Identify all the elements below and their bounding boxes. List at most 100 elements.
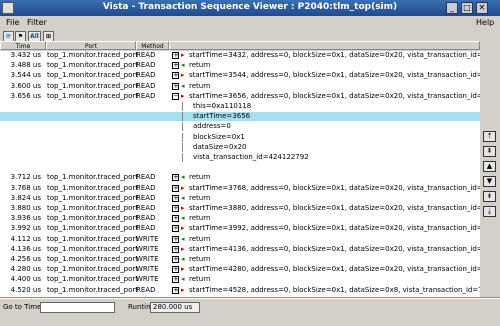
method-cell: READ <box>136 224 156 233</box>
port-cell: top_1.monitor.traced_port <box>47 275 138 284</box>
column-header-time[interactable]: Time <box>0 41 46 50</box>
return-arrow-icon: ◂ <box>181 234 185 243</box>
table-row[interactable]: 4.136 us top_1.monitor.traced_port WRITE + ▸… <box>0 245 480 254</box>
return-arrow-icon: ◂ <box>181 193 185 202</box>
expand-icon[interactable]: + <box>172 276 179 284</box>
transaction-summary: startTime=3880, address=0, blockSize=0x1… <box>189 204 480 212</box>
menu-file[interactable]: File <box>6 18 19 27</box>
transaction-summary: startTime=3992, address=0, blockSize=0x1… <box>189 224 480 233</box>
last-page-icon[interactable]: ⤓ <box>483 206 496 217</box>
transaction-summary: return <box>189 61 211 70</box>
table-row[interactable]: 3.936 us top_1.monitor.traced_port READ + ◂ r… <box>0 214 480 223</box>
table-row[interactable]: 3.544 us top_1.monitor.traced_port READ + ▸ s… <box>0 71 480 80</box>
port-cell: top_1.monitor.traced_port <box>47 71 138 80</box>
expand-icon[interactable]: + <box>172 62 179 70</box>
page-up-icon[interactable]: ⇞ <box>483 146 496 157</box>
table-row[interactable]: 3.768 us top_1.monitor.traced_port READ + ▸ s… <box>0 184 480 193</box>
time-cell: 3.544 us <box>10 71 41 80</box>
detail-row[interactable]: startTime=3656 <box>0 112 480 122</box>
tree-line <box>182 132 183 142</box>
transaction-summary: startTime=3544, address=0, blockSize=0x1… <box>189 71 480 80</box>
detail-row[interactable]: this=0xa110118 <box>0 102 480 111</box>
table-row[interactable]: 3.600 us top_1.monitor.traced_port READ + ◂ r… <box>0 82 480 91</box>
expand-icon[interactable]: + <box>172 52 179 59</box>
table-row[interactable]: 4.112 us top_1.monitor.traced_port WRITE + ◂… <box>0 235 480 244</box>
detail-field: address=0 <box>193 122 231 131</box>
expand-icon[interactable]: + <box>172 82 179 90</box>
close-button[interactable]: ✕ <box>476 2 488 14</box>
port-cell: top_1.monitor.traced_port <box>47 265 138 274</box>
expand-icon[interactable]: + <box>172 286 179 294</box>
table-row[interactable]: 3.992 us top_1.monitor.traced_port READ + ▸ s… <box>0 224 480 233</box>
method-cell: READ <box>136 91 156 100</box>
table-row[interactable]: 3.488 us top_1.monitor.traced_port READ + ◂ r… <box>0 61 480 70</box>
goto-time-input[interactable] <box>40 302 115 313</box>
time-cell: 4.400 us <box>10 275 41 284</box>
method-cell: READ <box>136 71 156 80</box>
time-cell: 3.992 us <box>10 224 41 233</box>
expand-icon[interactable]: + <box>172 225 179 233</box>
call-arrow-icon: ▸ <box>181 204 185 212</box>
scroll-down-icon[interactable]: ▼ <box>483 176 496 187</box>
expand-icon[interactable]: + <box>172 245 179 253</box>
column-header-port[interactable]: Port <box>46 41 136 50</box>
expand-icon[interactable]: + <box>172 205 179 212</box>
expand-icon[interactable]: + <box>172 72 179 80</box>
expand-icon[interactable]: + <box>172 174 179 182</box>
tree-line <box>182 153 183 162</box>
detail-field: this=0xa110118 <box>193 102 252 110</box>
column-header-method[interactable]: Method <box>136 41 169 50</box>
transaction-summary: return <box>189 173 211 182</box>
menu-help[interactable]: Help <box>476 18 494 27</box>
detail-row[interactable]: address=0 <box>0 122 480 132</box>
tree-line <box>182 122 183 132</box>
method-cell: READ <box>136 51 156 59</box>
return-arrow-icon: ◂ <box>181 81 185 90</box>
call-arrow-icon: ▸ <box>181 51 185 59</box>
expand-icon[interactable]: + <box>172 194 179 202</box>
transaction-summary: return <box>189 193 211 202</box>
expand-icon[interactable]: + <box>172 235 179 243</box>
expand-icon[interactable]: + <box>172 184 179 192</box>
detail-row[interactable]: dataSize=0x20 <box>0 142 480 152</box>
transaction-summary: startTime=3432, address=0, blockSize=0x1… <box>189 51 480 59</box>
blank-row <box>0 163 480 172</box>
time-cell: 3.656 us <box>10 91 41 100</box>
table-row[interactable]: 3.880 us top_1.monitor.traced_port READ + ▸ s… <box>0 204 480 213</box>
table-row[interactable]: 3.432 us top_1.monitor.traced_port READ + ▸ s… <box>0 51 480 60</box>
return-arrow-icon: ◂ <box>181 173 185 182</box>
call-arrow-icon: ▸ <box>181 244 185 253</box>
table-row[interactable]: 4.256 us top_1.monitor.traced_port WRITE + ◂… <box>0 255 480 264</box>
transaction-summary: return <box>189 275 211 284</box>
menu-filter[interactable]: Filter <box>27 18 47 27</box>
minimize-button[interactable]: _ <box>446 2 458 14</box>
transaction-table[interactable]: 3.432 us top_1.monitor.traced_port READ + ▸ s… <box>0 51 480 297</box>
scroll-up-icon[interactable]: ▲ <box>483 161 496 172</box>
expand-icon[interactable]: + <box>172 266 179 274</box>
table-row[interactable]: 3.824 us top_1.monitor.traced_port READ + ◂ r… <box>0 194 480 203</box>
table-row[interactable]: 4.520 us top_1.monitor.traced_port READ + ▸ s… <box>0 286 480 295</box>
table-row[interactable]: 4.280 us top_1.monitor.traced_port WRITE + ▸… <box>0 265 480 274</box>
expand-icon[interactable]: + <box>172 256 179 263</box>
detail-field: blockSize=0x1 <box>193 132 245 141</box>
call-arrow-icon: ▸ <box>181 183 185 192</box>
call-arrow-icon: ▸ <box>181 265 185 274</box>
expand-icon[interactable]: + <box>172 215 179 223</box>
maximize-button[interactable]: □ <box>461 2 473 14</box>
navigation-bar: ⤒ ⇞ ▲ ▼ ⇟ ⤓ <box>480 43 500 297</box>
table-row[interactable]: 4.400 us top_1.monitor.traced_port WRITE + ◂… <box>0 275 480 284</box>
port-cell: top_1.monitor.traced_port <box>47 91 138 100</box>
transaction-summary: return <box>189 255 211 263</box>
table-row[interactable]: 3.712 us top_1.monitor.traced_port READ + ◂ r… <box>0 173 480 182</box>
page-down-icon[interactable]: ⇟ <box>483 191 496 202</box>
table-row[interactable]: 3.656 us top_1.monitor.traced_port READ − ▸ s… <box>0 92 480 101</box>
transaction-summary: return <box>189 234 211 243</box>
method-cell: READ <box>136 204 156 212</box>
detail-row[interactable]: blockSize=0x1 <box>0 132 480 142</box>
port-cell: top_1.monitor.traced_port <box>47 193 138 202</box>
first-page-icon[interactable]: ⤒ <box>483 131 496 142</box>
detail-row[interactable]: vista_transaction_id=424122792 <box>0 153 480 162</box>
detail-field: dataSize=0x20 <box>193 142 247 151</box>
collapse-icon[interactable]: − <box>172 92 179 100</box>
method-cell: WRITE <box>136 244 159 253</box>
